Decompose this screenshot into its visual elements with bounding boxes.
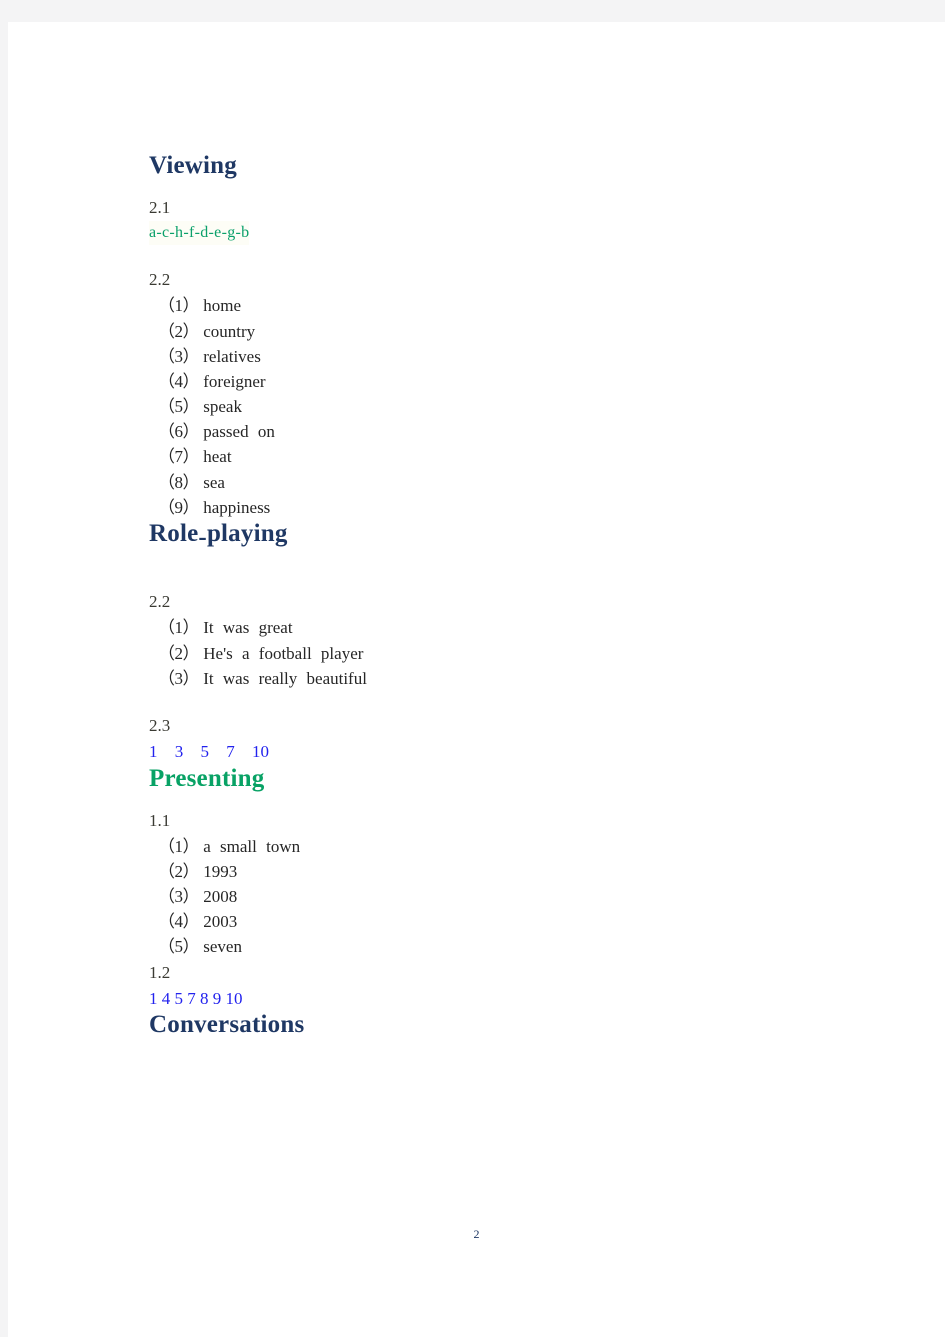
item-label-2-2-viewing: 2.2 <box>149 270 171 290</box>
item-marker: （1） <box>158 296 200 316</box>
document-page: Viewing 2.1 a-c-h-f-d-e-g-b 2.2 （1） home… <box>8 22 945 1337</box>
item-answer: home <box>203 296 242 316</box>
item-answer: 2003 <box>203 912 238 932</box>
item-answer: It was really beautiful <box>203 668 367 688</box>
list-item: （3） relatives <box>149 344 849 369</box>
section-heading-viewing: Viewing <box>149 152 237 179</box>
item-answer: country <box>203 321 256 341</box>
item-marker: （2） <box>158 321 200 341</box>
section-heading-role-playing: Role-playing <box>149 520 849 553</box>
list-item: （2） country <box>149 319 849 344</box>
item-answer: foreigner <box>203 371 266 391</box>
item-marker: （1） <box>158 618 200 638</box>
item-marker: （5） <box>158 397 200 417</box>
item-answer: 2008 <box>203 887 238 907</box>
answer-2-1: a-c-h-f-d-e-g-b <box>149 221 250 246</box>
item-answer: happiness <box>203 497 271 517</box>
page-number: 2 <box>473 1227 480 1241</box>
item-marker: （6） <box>158 422 200 442</box>
item-label-1-1: 1.1 <box>149 810 171 830</box>
item-answer: relatives <box>203 346 261 366</box>
section-heading-conversations: Conversations <box>149 1011 305 1039</box>
answer-list-presenting-1-1: （1） a small town （2） 1993 （3） 2008 （4） 2… <box>149 834 849 960</box>
list-item: （3） It was really beautiful <box>149 666 849 691</box>
answer-list-viewing-2-2: （1） home （2） country （3） relatives （4） f… <box>149 293 849 519</box>
item-marker: （3） <box>158 668 200 688</box>
heading-hyphen: - <box>198 524 207 552</box>
item-answer: heat <box>203 447 232 467</box>
item-answer: seven <box>203 937 242 957</box>
item-marker: （8） <box>158 472 200 492</box>
item-label-2-3: 2.3 <box>149 715 171 735</box>
item-marker: （9） <box>158 497 200 517</box>
item-marker: （2） <box>158 862 200 881</box>
item-label-2-2-roleplaying: 2.2 <box>149 592 171 612</box>
item-marker: （3） <box>158 346 200 366</box>
section-heading-presenting: Presenting <box>149 764 265 792</box>
item-marker: （3） <box>158 887 200 907</box>
list-item: （8） sea <box>149 470 849 495</box>
list-item: （6） passed on <box>149 419 849 444</box>
heading-word-role: Role <box>149 519 199 547</box>
list-item: （4） foreigner <box>149 369 849 394</box>
item-label-1-2: 1.2 <box>149 962 171 982</box>
item-answer: a small town <box>203 836 301 856</box>
list-item: （4） 2003 <box>149 909 849 934</box>
list-item: （2） 1993 <box>149 859 849 884</box>
list-item: （1） home <box>149 293 849 318</box>
answer-2-3: 1 3 5 7 10 <box>149 742 269 762</box>
list-item: （1） a small town <box>149 834 849 859</box>
list-item: （3） 2008 <box>149 884 849 909</box>
list-item: （5） seven <box>149 934 849 959</box>
list-item: （2） He's a football player <box>149 641 849 666</box>
item-marker: （4） <box>158 371 200 391</box>
item-marker: （5） <box>158 937 200 957</box>
item-answer: 1993 <box>203 862 238 881</box>
page-content: Viewing 2.1 a-c-h-f-d-e-g-b 2.2 （1） home… <box>149 152 849 1040</box>
item-answer: speak <box>203 397 242 417</box>
answer-1-2: 1 4 5 7 8 9 10 <box>149 988 243 1008</box>
heading-word-playing: playing <box>206 519 288 547</box>
item-marker: （2） <box>158 643 200 663</box>
item-answer: sea <box>203 472 225 492</box>
item-marker: （7） <box>158 447 200 467</box>
answer-list-roleplaying-2-2: （1） It was great （2） He's a football pla… <box>149 615 849 690</box>
answer-row-2-1: a-c-h-f-d-e-g-b <box>149 221 849 246</box>
item-answer: passed on <box>203 422 275 442</box>
item-marker: （1） <box>158 836 200 856</box>
item-answer: It was great <box>203 618 293 638</box>
item-marker: （4） <box>158 912 200 932</box>
list-item: （7） heat <box>149 444 849 469</box>
item-answer: He's a football player <box>203 643 364 663</box>
list-item: （5） speak <box>149 394 849 419</box>
item-label-2-1: 2.1 <box>149 197 171 217</box>
list-item: （1） It was great <box>149 615 849 640</box>
list-item: （9） happiness <box>149 495 849 520</box>
